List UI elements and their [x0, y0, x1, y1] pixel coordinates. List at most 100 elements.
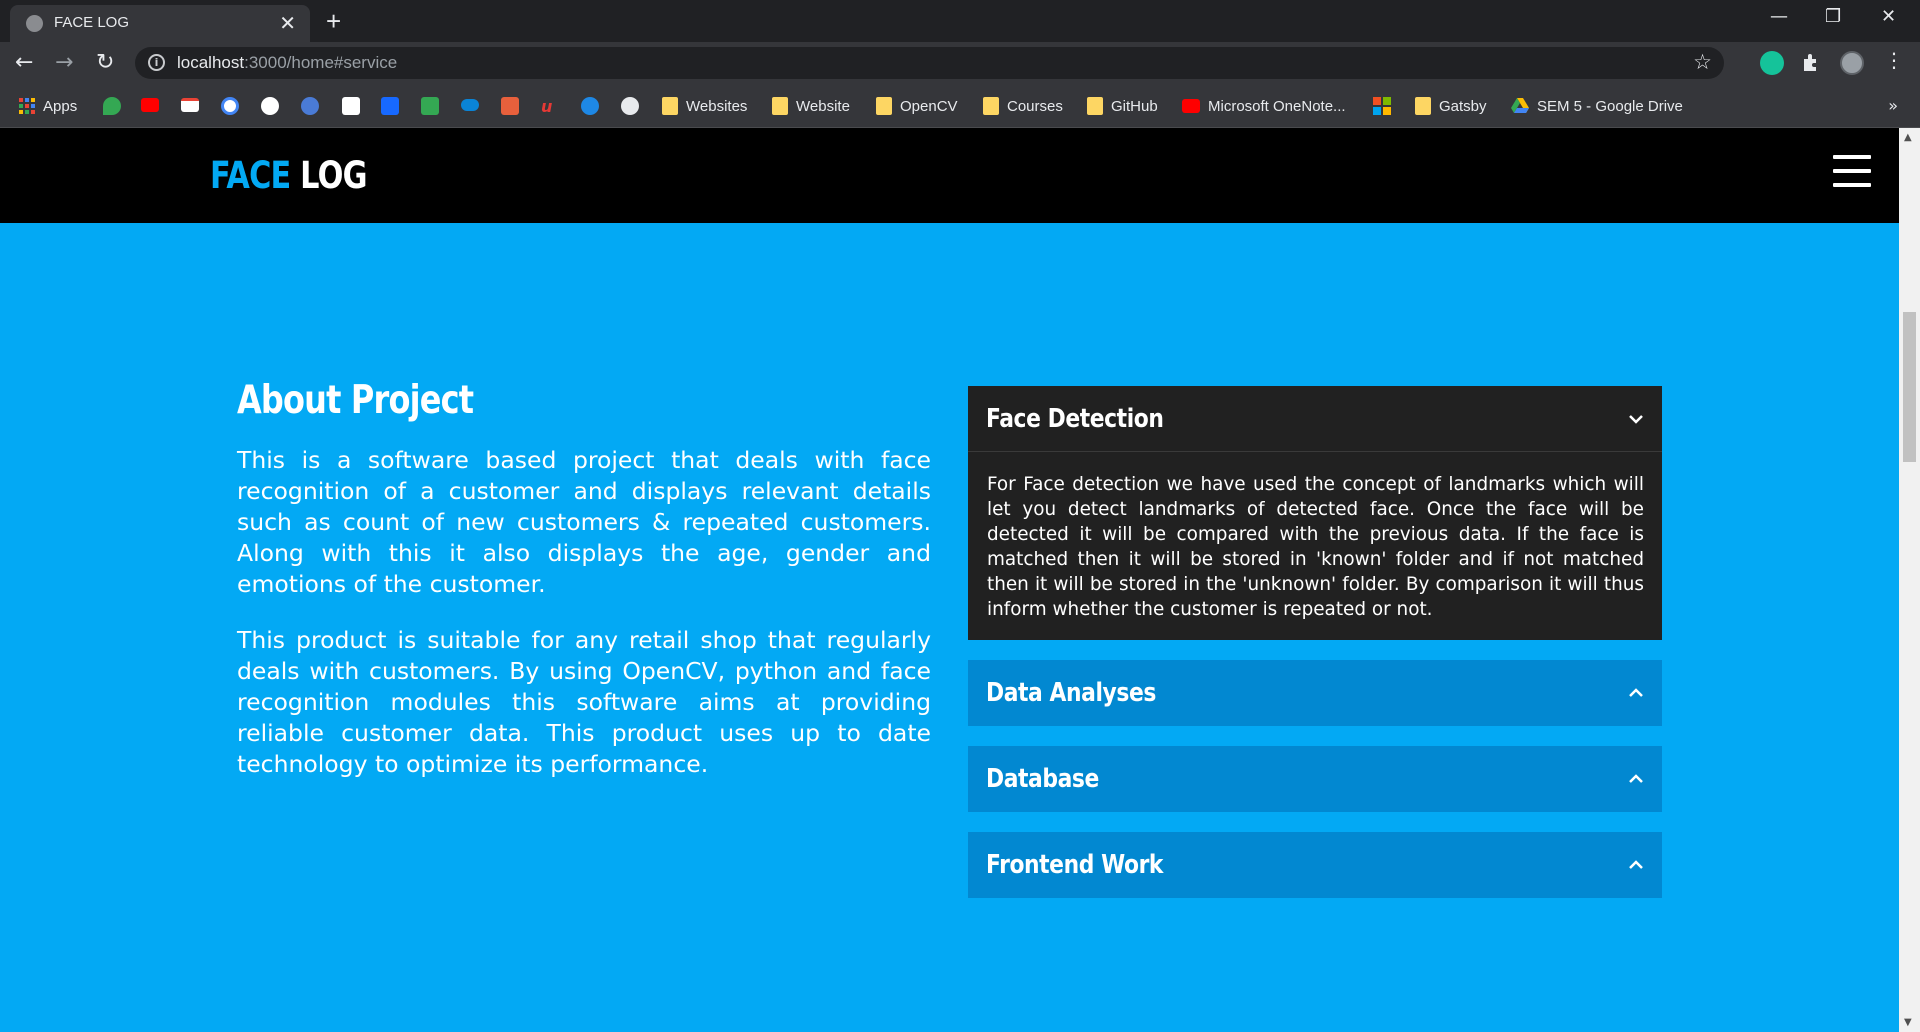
- accordion-header-database[interactable]: Database: [968, 746, 1662, 812]
- logo-face: FACE: [210, 154, 291, 197]
- restore-window-button[interactable]: ❐: [1825, 6, 1841, 27]
- about-paragraph-1: This is a software based project that de…: [237, 446, 931, 598]
- accordion-item-face-detection: Face Detection For Face detection we hav…: [968, 386, 1662, 640]
- bookmark-microsoft[interactable]: [1373, 95, 1391, 117]
- chevron-down-icon: [1629, 414, 1643, 424]
- accordion-title: Data Analyses: [986, 678, 1156, 708]
- producthunt-icon[interactable]: [342, 97, 360, 115]
- url-host: localhost: [177, 53, 245, 72]
- bookmark-google-drive[interactable]: SEM 5 - Google Drive: [1511, 95, 1683, 117]
- bookmark-courses[interactable]: Courses: [983, 95, 1063, 117]
- folder-icon: [983, 97, 999, 115]
- accordion-item-data-analyses: Data Analyses: [968, 660, 1662, 726]
- bookmark-star-icon[interactable]: ☆: [1693, 50, 1712, 74]
- profile-avatar[interactable]: [1840, 51, 1864, 75]
- bookmark-label: SEM 5 - Google Drive: [1537, 97, 1683, 115]
- accordion-item-frontend-work: Frontend Work: [968, 832, 1662, 898]
- accordion-item-database: Database: [968, 746, 1662, 812]
- browser-tab-bar: FACE LOG ✕ + — ❐ ✕: [0, 0, 1920, 42]
- back-button[interactable]: ←: [15, 50, 33, 75]
- services-accordion: Face Detection For Face detection we hav…: [968, 386, 1662, 918]
- bot-icon[interactable]: [301, 97, 319, 115]
- bookmarks-bar: Apps u Websites Website OpenCV Courses G…: [0, 84, 1920, 128]
- bookmark-apps[interactable]: Apps: [19, 95, 77, 117]
- forward-button[interactable]: →: [55, 50, 73, 75]
- about-section: About Project This is a software based p…: [237, 378, 931, 805]
- accordion-title: Face Detection: [986, 403, 1164, 434]
- folder-icon: [876, 97, 892, 115]
- address-bar[interactable]: i localhost:3000/home#service ☆: [135, 47, 1724, 79]
- bookmark-website[interactable]: Website: [772, 95, 850, 117]
- green-app-icon[interactable]: [421, 97, 439, 115]
- url-path: :3000/home#service: [244, 53, 398, 72]
- bookmark-label: Gatsby: [1439, 97, 1487, 115]
- site-logo[interactable]: FACE LOG: [210, 154, 368, 197]
- bookmark-label: Courses: [1007, 97, 1063, 115]
- behance-icon[interactable]: [381, 97, 399, 115]
- apps-grid-icon: [19, 98, 35, 114]
- accordion-header-data-analyses[interactable]: Data Analyses: [968, 660, 1662, 726]
- gmail-icon[interactable]: [181, 98, 199, 112]
- folder-icon: [662, 97, 678, 115]
- bookmark-onenote[interactable]: Microsoft OneNote...: [1182, 95, 1346, 117]
- about-paragraph-2: This product is suitable for any retail …: [237, 626, 931, 778]
- youtube-icon[interactable]: [141, 98, 159, 112]
- logo-log: LOG: [300, 154, 367, 197]
- google-drive-icon: [1511, 98, 1529, 113]
- bookmark-label: OpenCV: [900, 97, 958, 115]
- scroll-up-arrow-icon[interactable]: ▲: [1904, 132, 1912, 143]
- microsoft-icon: [1373, 97, 1391, 115]
- browser-menu-icon[interactable]: ⋮: [1884, 48, 1908, 72]
- box-icon[interactable]: [501, 97, 519, 115]
- globe-icon[interactable]: [621, 97, 639, 115]
- browser-toolbar: ← → ↻ i localhost:3000/home#service ☆ ⋮: [0, 42, 1920, 84]
- bookmark-label: Website: [796, 97, 850, 115]
- scroll-down-arrow-icon[interactable]: ▼: [1904, 1017, 1912, 1028]
- tab-title: FACE LOG: [54, 14, 130, 31]
- bookmark-websites[interactable]: Websites: [662, 95, 747, 117]
- onedrive-icon[interactable]: [461, 99, 479, 111]
- google-icon[interactable]: [221, 97, 239, 115]
- play-icon[interactable]: [581, 97, 599, 115]
- page-viewport: FACE LOG About Project This is a softwar…: [0, 128, 1899, 1032]
- github-icon[interactable]: [261, 97, 279, 115]
- about-heading: About Project: [237, 378, 474, 423]
- folder-icon: [772, 97, 788, 115]
- chevron-up-icon: [1629, 688, 1643, 697]
- bookmark-opencv[interactable]: OpenCV: [876, 95, 958, 117]
- folder-icon: [1415, 97, 1431, 115]
- accordion-header-face-detection[interactable]: Face Detection: [968, 386, 1662, 452]
- page-scrollbar[interactable]: ▲ ▼: [1899, 128, 1920, 1032]
- accordion-body-face-detection: For Face detection we have used the conc…: [968, 452, 1662, 640]
- accordion-title: Frontend Work: [986, 850, 1164, 880]
- close-tab-icon[interactable]: ✕: [279, 11, 296, 35]
- accordion-header-frontend-work[interactable]: Frontend Work: [968, 832, 1662, 898]
- bookmark-label: Microsoft OneNote...: [1208, 97, 1346, 115]
- bookmarks-overflow-icon[interactable]: »: [1888, 96, 1898, 115]
- bookmark-label: GitHub: [1111, 97, 1158, 115]
- youtube-icon: [1182, 99, 1200, 113]
- site-info-icon[interactable]: i: [148, 54, 165, 71]
- browser-tab[interactable]: FACE LOG ✕: [10, 5, 310, 42]
- grammarly-extension-icon[interactable]: [1760, 51, 1784, 75]
- minimize-window-button[interactable]: —: [1770, 6, 1788, 27]
- reload-button[interactable]: ↻: [96, 50, 114, 75]
- accordion-title: Database: [986, 764, 1099, 794]
- chevron-up-icon: [1629, 774, 1643, 783]
- bookmark-gatsby[interactable]: Gatsby: [1415, 95, 1487, 117]
- google-maps-icon[interactable]: [103, 97, 121, 115]
- folder-icon: [1087, 97, 1103, 115]
- site-header: FACE LOG: [0, 128, 1899, 223]
- close-window-button[interactable]: ✕: [1881, 6, 1896, 27]
- scrollbar-thumb[interactable]: [1903, 312, 1916, 462]
- globe-icon: [26, 15, 43, 32]
- url-text[interactable]: localhost:3000/home#service: [177, 53, 397, 73]
- chevron-up-icon: [1629, 860, 1643, 869]
- bookmark-label: Websites: [686, 97, 748, 115]
- bookmark-github[interactable]: GitHub: [1087, 95, 1158, 117]
- udemy-icon[interactable]: u: [541, 97, 559, 116]
- extensions-puzzle-icon[interactable]: [1800, 51, 1824, 75]
- new-tab-button[interactable]: +: [326, 6, 341, 37]
- bookmark-label: Apps: [43, 97, 78, 115]
- hamburger-menu-icon[interactable]: [1833, 155, 1871, 187]
